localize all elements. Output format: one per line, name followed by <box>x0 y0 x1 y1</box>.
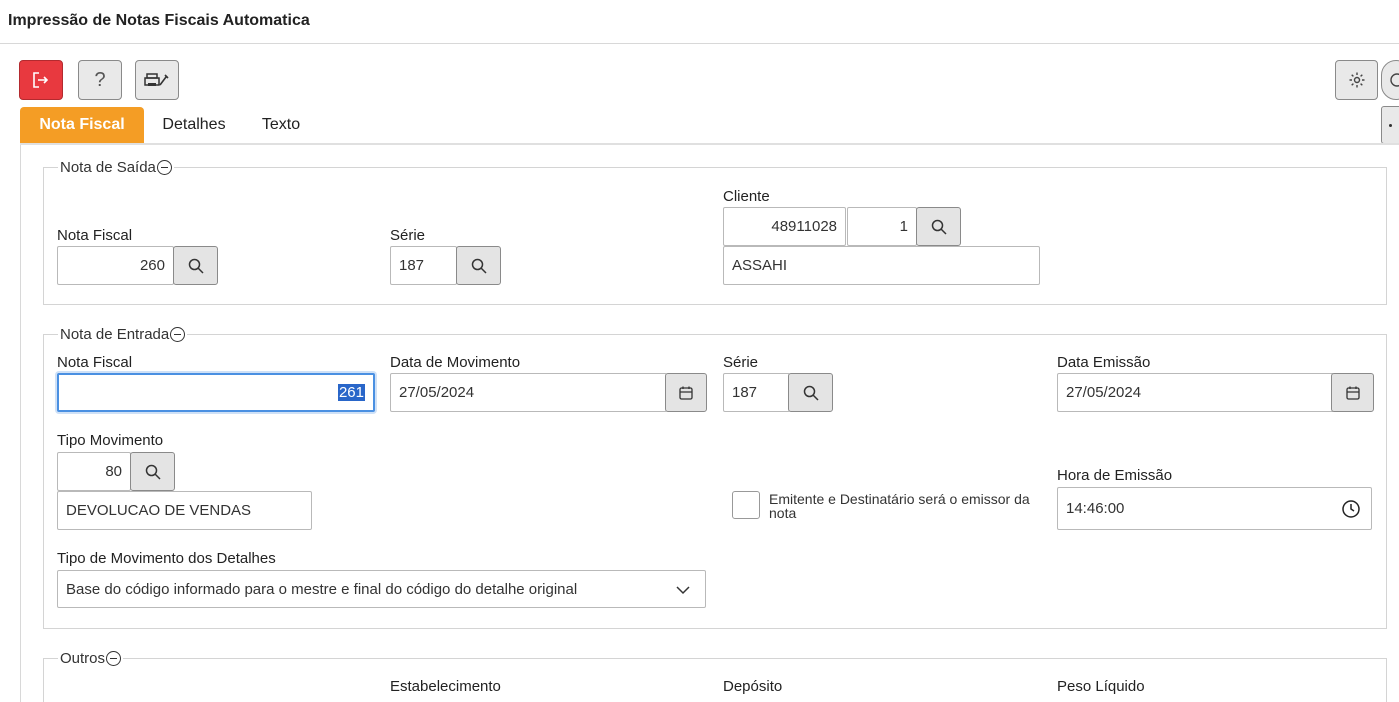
saida-serie-input[interactable]: 187 <box>390 246 457 285</box>
outros-legend: Outros <box>58 650 124 667</box>
tipo-mov-detalhes-label: Tipo de Movimento dos Detalhes <box>57 550 276 567</box>
gear-icon <box>1349 72 1364 88</box>
panel-border <box>20 145 21 702</box>
data-movimento-label: Data de Movimento <box>390 354 521 371</box>
collapse-icon[interactable] <box>106 651 122 666</box>
cliente-nome-input[interactable]: ASSAHI <box>723 246 1040 285</box>
outros-title: Outros <box>60 650 106 667</box>
refresh-button[interactable] <box>1381 60 1399 100</box>
more-options-button[interactable] <box>1381 106 1399 144</box>
nota-entrada-legend: Nota de Entrada <box>58 326 188 343</box>
calendar-icon <box>1345 386 1360 400</box>
entrada-nota-fiscal-label: Nota Fiscal <box>57 354 133 371</box>
title-bar: Impressão de Notas Fiscais Automatica <box>0 0 1399 44</box>
settings-button[interactable] <box>1335 60 1378 100</box>
search-icon <box>188 258 204 274</box>
deposito-label: Depósito <box>723 678 783 695</box>
exit-icon <box>33 72 49 88</box>
saida-nota-fiscal-search-button[interactable] <box>173 246 218 285</box>
tipo-mov-detalhes-value: Base do código informado para o mestre e… <box>66 580 578 598</box>
saida-nota-fiscal-input[interactable]: 260 <box>57 246 174 285</box>
data-movimento-calendar-button[interactable] <box>665 373 707 412</box>
nota-saida-group <box>43 167 1387 305</box>
help-icon: ? <box>94 68 106 91</box>
collapse-icon[interactable] <box>170 327 186 342</box>
exit-button[interactable] <box>19 60 63 100</box>
entrada-serie-input[interactable]: 187 <box>723 373 790 412</box>
tipo-movimento-search-button[interactable] <box>130 452 175 491</box>
chevron-down-icon <box>676 586 690 595</box>
printer-config-icon <box>144 73 169 86</box>
tab-nota-fiscal[interactable]: Nota Fiscal <box>20 107 144 143</box>
entrada-serie-search-button[interactable] <box>788 373 833 412</box>
hora-emissao-value: 14:46:00 <box>1066 500 1125 517</box>
nota-saida-title: Nota de Saída <box>60 159 156 176</box>
tipo-mov-detalhes-select[interactable]: Base do código informado para o mestre e… <box>57 570 706 608</box>
tipo-movimento-label: Tipo Movimento <box>57 432 164 449</box>
data-emissao-label: Data Emissão <box>1057 354 1151 371</box>
saida-nota-fiscal-label: Nota Fiscal <box>57 227 133 244</box>
data-emissao-input[interactable]: 27/05/2024 <box>1057 373 1334 412</box>
entrada-nota-fiscal-value: 261 <box>337 384 365 401</box>
search-icon <box>145 464 161 480</box>
entrada-nota-fiscal-input[interactable]: 261 <box>57 373 375 412</box>
hora-emissao-input[interactable]: 14:46:00 <box>1057 487 1372 530</box>
emitente-checkbox[interactable] <box>732 491 760 519</box>
tipo-movimento-descricao-input[interactable]: DEVOLUCAO DE VENDAS <box>57 491 312 530</box>
hora-emissao-label: Hora de Emissão <box>1057 467 1173 484</box>
print-settings-button[interactable] <box>135 60 179 100</box>
entrada-serie-label: Série <box>723 354 759 371</box>
data-emissao-calendar-button[interactable] <box>1331 373 1374 412</box>
saida-serie-label: Série <box>390 227 426 244</box>
tab-detalhes[interactable]: Detalhes <box>150 107 238 143</box>
cliente-loja-input[interactable]: 1 <box>847 207 917 246</box>
refresh-icon <box>1390 73 1399 87</box>
estabelecimento-label: Estabelecimento <box>390 678 501 695</box>
tab-texto[interactable]: Texto <box>248 107 314 143</box>
collapse-icon[interactable] <box>156 160 172 175</box>
outros-group <box>43 658 1387 702</box>
peso-liquido-label: Peso Líquido <box>1057 678 1145 695</box>
calendar-icon <box>679 386 693 400</box>
tab-divider <box>20 143 1399 145</box>
search-icon <box>803 385 819 401</box>
search-icon <box>931 219 947 235</box>
help-button[interactable]: ? <box>78 60 122 100</box>
data-movimento-input[interactable]: 27/05/2024 <box>390 373 667 412</box>
emitente-checkbox-label: Emitente e Destinatário será o emissor d… <box>769 491 1030 521</box>
window-title: Impressão de Notas Fiscais Automatica <box>8 12 310 29</box>
more-icon <box>1389 124 1392 127</box>
cliente-label: Cliente <box>723 188 770 205</box>
tipo-movimento-codigo-input[interactable]: 80 <box>57 452 131 491</box>
nota-entrada-title: Nota de Entrada <box>60 326 170 343</box>
cliente-codigo-input[interactable]: 48911028 <box>723 207 846 246</box>
saida-serie-search-button[interactable] <box>456 246 501 285</box>
cliente-search-button[interactable] <box>916 207 961 246</box>
search-icon <box>471 258 487 274</box>
nota-saida-legend: Nota de Saída <box>58 159 174 176</box>
clock-icon[interactable] <box>1341 499 1361 519</box>
